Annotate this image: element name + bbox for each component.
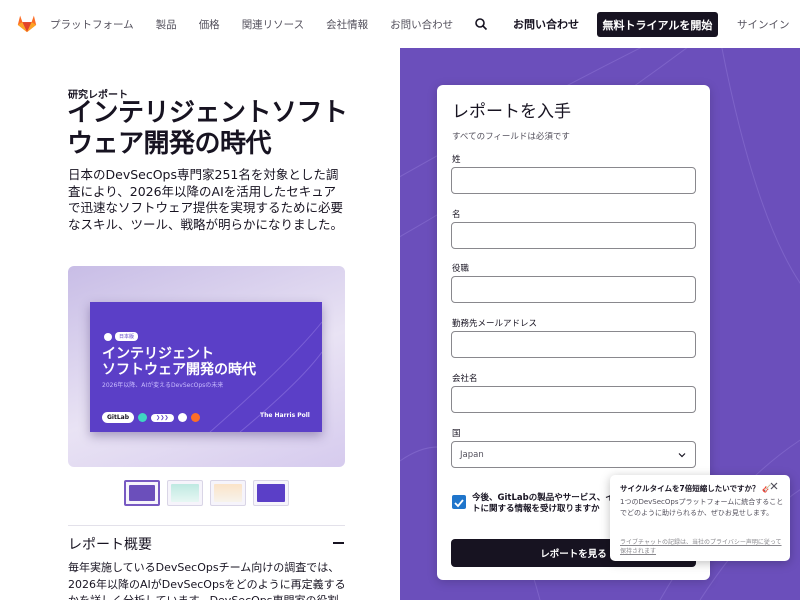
orange-circle-icon [190,413,200,422]
job-title-label: 役職 [452,264,470,274]
main-nav: プラットフォーム 製品 価格 関連リソース 会社情報 お問い合わせ [50,0,475,48]
free-trial-button[interactable]: 無料トライアルを開始 [597,12,718,37]
location-pin-icon [104,332,112,341]
chat-title: サイクルタイムを7倍短縮したいですか？ 🎸 [620,484,772,493]
thumbnail-1[interactable] [124,480,160,506]
site-header: プラットフォーム 製品 価格 関連リソース 会社情報 お問い合わせ お問い合わせ… [0,0,800,48]
gitlab-tanuki-icon[interactable] [16,12,38,34]
chat-privacy-link[interactable]: ライブチャットの記録は、当社のプライバシー声明に従って保持されます [620,538,785,556]
sign-in-link[interactable]: サインイン [737,17,790,32]
email-label: 勤務先メールアドレス [452,319,538,329]
nav-item-platform[interactable]: プラットフォーム [50,17,134,32]
required-note: すべてのフィールドは必須です [452,132,570,142]
country-select-value: Japan [460,449,484,460]
thumbnail-3[interactable] [210,480,246,506]
report-cover: 日本版 インテリジェント ソフトウェア開発の時代 2026年以降、AIが変えるD… [90,302,322,432]
page-title: インテリジェントソフトウェア開発の時代 [67,98,348,159]
close-icon[interactable] [769,481,779,491]
consent-label: 今後、GitLabの製品やサービス、イベントに関する情報を受け取りますか [472,493,631,514]
cover-subtitle: 2026年以降、AIが変えるDevSecOpsの未来 [102,382,224,389]
lead-paragraph: 日本のDevSecOps専門家251名を対象とした調査により、2026年以降のA… [68,167,344,232]
thumbnail-4[interactable] [253,480,289,506]
thumbnail-2[interactable] [167,480,203,506]
nav-item-company[interactable]: 会社情報 [326,17,368,32]
divider [68,525,345,526]
chevron-down-icon [678,453,686,458]
last-name-input[interactable] [451,167,696,194]
gitlab-logo: GitLab [102,412,135,423]
teal-circle-icon [138,413,148,422]
nav-item-products[interactable]: 製品 [156,17,177,32]
company-label: 会社名 [452,374,478,384]
overview-heading[interactable]: レポート概要 [68,534,152,554]
cover-title: インテリジェント ソフトウェア開発の時代 [102,346,256,378]
form-title: レポートを入手 [452,102,571,122]
cover-footer: GitLab ❯❯❯ [102,412,204,423]
consent-checkbox[interactable] [452,495,466,509]
search-icon[interactable] [474,17,488,31]
check-icon [454,499,464,508]
arrows-pill: ❯❯❯ [151,413,174,422]
cover-thumbnails [124,480,296,506]
country-select[interactable]: Japan [451,441,696,468]
job-title-input[interactable] [451,276,696,303]
first-name-input[interactable] [451,222,696,249]
report-cover-preview[interactable]: 日本版 インテリジェント ソフトウェア開発の時代 2026年以降、AIが変えるD… [68,266,345,467]
first-name-label: 名 [452,210,461,220]
contact-button[interactable]: お問い合わせ [513,16,579,32]
email-input[interactable] [451,331,696,358]
chat-popup[interactable]: サイクルタイムを7倍短縮したいですか？ 🎸 1つのDevSecOpsプラットフォ… [610,475,790,561]
cover-badge: 日本版 [104,332,139,341]
nav-item-contact[interactable]: お問い合わせ [390,17,453,32]
last-name-label: 姓 [452,155,461,165]
collapse-minus-icon[interactable] [333,542,344,544]
nav-item-pricing[interactable]: 価格 [199,17,220,32]
company-input[interactable] [451,386,696,413]
chat-body: 1つのDevSecOpsプラットフォームに統合することでどのように助けられるか、… [620,498,784,517]
overview-text: 毎年実施しているDevSecOpsチーム向けの調査では、2026年以降のAIがD… [68,561,346,600]
nav-item-resources[interactable]: 関連リソース [242,17,304,32]
white-circle-icon [177,413,187,422]
harris-poll-logo: The Harris Poll [260,412,310,419]
country-label: 国 [452,429,461,439]
